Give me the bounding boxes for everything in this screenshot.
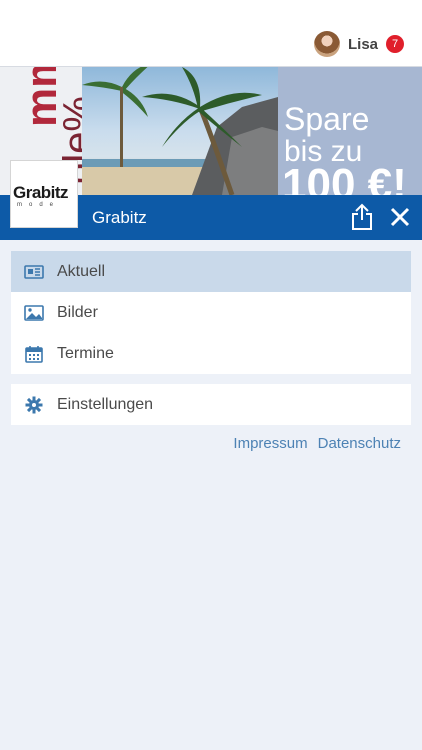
menu-item-label: Aktuell (57, 262, 106, 280)
promo-line-3: 100 €! (282, 160, 407, 196)
menu-item-aktuell[interactable]: Aktuell (11, 251, 411, 292)
settings-section: Einstellungen (11, 384, 411, 425)
palm-beach-illustration (82, 67, 278, 195)
datenschutz-link[interactable]: Datenschutz (318, 435, 401, 452)
newspaper-icon (24, 262, 44, 282)
gear-icon (24, 395, 44, 415)
promo-line-1: Spare (284, 101, 370, 137)
main-menu: Aktuell Bilder Termine (11, 251, 411, 374)
calendar-icon (24, 344, 44, 364)
menu-item-bilder[interactable]: Bilder (11, 292, 411, 333)
promo-panel: Spare bis zu 100 €! (278, 67, 422, 195)
beach-image (82, 67, 278, 195)
footer-links: Impressum Datenschutz (233, 435, 401, 452)
impressum-link[interactable]: Impressum (233, 435, 307, 452)
logo-sub-text: mode (17, 202, 61, 208)
menu-item-label: Einstellungen (57, 395, 154, 413)
menu-item-label: Termine (57, 344, 114, 362)
menu-item-label: Bilder (57, 303, 98, 321)
menu-item-termine[interactable]: Termine (11, 333, 411, 374)
menu-item-einstellungen[interactable]: Einstellungen (11, 384, 411, 425)
image-icon (24, 303, 44, 323)
top-bar: Lisa 7 (0, 0, 422, 67)
avatar[interactable] (313, 31, 340, 57)
notification-badge[interactable]: 7 (386, 35, 404, 53)
logo-brand-text: Grabitz (13, 183, 69, 202)
username[interactable]: Lisa (348, 36, 378, 53)
share-icon[interactable] (350, 203, 374, 231)
brand-logo: Grabitz mode (10, 160, 78, 228)
page-title: Grabitz (92, 208, 147, 227)
close-icon[interactable] (388, 204, 412, 230)
user-profile[interactable]: Lisa 7 (313, 30, 404, 58)
